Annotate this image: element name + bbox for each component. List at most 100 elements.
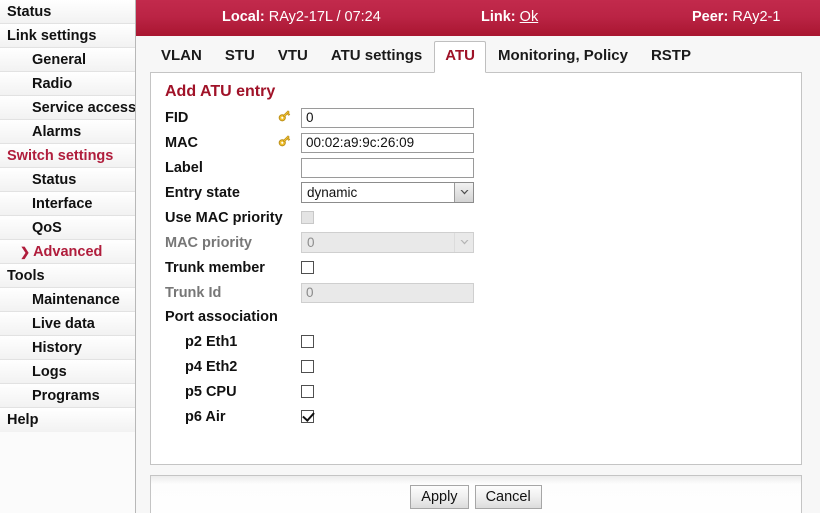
sidebar-item-label: Live data bbox=[32, 316, 95, 332]
key-icon bbox=[277, 133, 292, 153]
use-mac-priority-label: Use MAC priority bbox=[165, 209, 283, 226]
field-row-port-p4: p4 Eth2 bbox=[151, 354, 801, 379]
port-p4-label: p4 Eth2 bbox=[185, 358, 238, 375]
status-peer-label: Peer: bbox=[692, 9, 729, 25]
footer-button-group: Apply Cancel bbox=[151, 476, 801, 509]
sidebar-item-label: Help bbox=[7, 412, 39, 428]
sidebar-item-label: Advanced bbox=[33, 244, 103, 260]
status-link: Link: Ok bbox=[481, 9, 538, 25]
sidebar-item-alarms[interactable]: Alarms bbox=[0, 120, 135, 144]
key-icon bbox=[277, 108, 292, 128]
content-panel: Add ATU entry FID 0 MAC 00:02:a9:9c:26:0… bbox=[150, 72, 802, 465]
status-local-label: Local: bbox=[222, 9, 265, 25]
tab-atu[interactable]: ATU bbox=[434, 41, 486, 73]
port-p6-checkbox[interactable] bbox=[301, 409, 314, 423]
chevron-down-icon bbox=[454, 233, 473, 252]
footer-panel: Apply Cancel bbox=[150, 475, 802, 513]
sidebar-item-radio[interactable]: Radio bbox=[0, 72, 135, 96]
port-p5-checkbox[interactable] bbox=[301, 384, 314, 398]
sidebar-item-label: Link settings bbox=[7, 28, 97, 44]
sidebar-item-switch-settings[interactable]: Switch settings bbox=[0, 144, 135, 168]
mac-label: MAC bbox=[165, 134, 199, 151]
port-p6-label: p6 Air bbox=[185, 408, 226, 425]
entry-state-value: dynamic bbox=[307, 185, 358, 200]
sidebar-item-advanced[interactable]: ❯ Advanced bbox=[0, 240, 135, 264]
field-row-port-p6: p6 Air bbox=[151, 404, 801, 429]
label-input[interactable] bbox=[301, 157, 474, 178]
field-row-fid: FID bbox=[151, 105, 801, 130]
tab-rstp[interactable]: RSTP bbox=[640, 41, 702, 72]
trunk-member-checkbox[interactable] bbox=[301, 260, 314, 274]
trunk-id-label: Trunk Id bbox=[165, 284, 222, 301]
port-association-label: Port association bbox=[165, 309, 278, 325]
sidebar-item-label: Status bbox=[7, 4, 52, 20]
sidebar-item-link-settings[interactable]: Link settings bbox=[0, 24, 135, 48]
cancel-button[interactable]: Cancel bbox=[474, 485, 542, 509]
field-row-mac: MAC bbox=[151, 130, 801, 155]
sidebar-item-logs[interactable]: Logs bbox=[0, 360, 135, 384]
status-bar: Local: RAy2-17L / 07:24 Link: Ok Peer: R… bbox=[136, 0, 820, 36]
tab-monitoring-policy[interactable]: Monitoring, Policy bbox=[487, 41, 639, 72]
chevron-down-icon bbox=[454, 183, 473, 202]
sidebar-item-label: History bbox=[32, 340, 82, 356]
label-label: Label bbox=[165, 159, 203, 176]
sidebar-item-history[interactable]: History bbox=[0, 336, 135, 360]
mac-key-slot bbox=[277, 133, 301, 153]
tab-vlan[interactable]: VLAN bbox=[150, 41, 213, 72]
sidebar-item-label: QoS bbox=[32, 220, 62, 236]
sidebar-item-help[interactable]: Help bbox=[0, 408, 135, 432]
main-region: Local: RAy2-17L / 07:24 Link: Ok Peer: R… bbox=[136, 0, 820, 513]
entry-state-select[interactable]: dynamic bbox=[301, 182, 474, 203]
fid-input[interactable] bbox=[301, 107, 474, 128]
field-row-entry-state: Entry state dynamic bbox=[151, 180, 801, 205]
sidebar-item-service-access[interactable]: Service access bbox=[0, 96, 135, 120]
tab-bar: VLAN STU VTU ATU settings ATU Monitoring… bbox=[136, 36, 820, 73]
sidebar-item-status[interactable]: Status bbox=[0, 0, 135, 24]
sidebar-item-label: Switch settings bbox=[7, 148, 114, 164]
sidebar-item-general[interactable]: General bbox=[0, 48, 135, 72]
port-p2-slot bbox=[301, 333, 474, 351]
mac-input[interactable] bbox=[301, 132, 474, 153]
use-mac-priority-checkbox bbox=[301, 210, 314, 224]
field-row-mac-priority: MAC priority 0 bbox=[151, 230, 801, 255]
sidebar-navigation: Status Link settings General Radio Servi… bbox=[0, 0, 136, 513]
apply-button[interactable]: Apply bbox=[410, 485, 469, 509]
sidebar-item-live-data[interactable]: Live data bbox=[0, 312, 135, 336]
sidebar-item-interface[interactable]: Interface bbox=[0, 192, 135, 216]
status-peer: Peer: RAy2-1 bbox=[692, 9, 780, 25]
field-row-port-p5: p5 CPU bbox=[151, 379, 801, 404]
page-title: Add ATU entry bbox=[165, 83, 276, 100]
sidebar-item-switch-status[interactable]: Status bbox=[0, 168, 135, 192]
sidebar-item-programs[interactable]: Programs bbox=[0, 384, 135, 408]
sidebar-item-maintenance[interactable]: Maintenance bbox=[0, 288, 135, 312]
field-row-trunk-member: Trunk member bbox=[151, 255, 801, 280]
port-p5-slot bbox=[301, 383, 474, 401]
sidebar-item-label: Alarms bbox=[32, 124, 82, 140]
use-mac-priority-slot bbox=[301, 209, 474, 227]
port-p4-slot bbox=[301, 358, 474, 376]
sidebar-item-label: General bbox=[32, 52, 86, 68]
mac-priority-label: MAC priority bbox=[165, 234, 252, 251]
sidebar-item-qos[interactable]: QoS bbox=[0, 216, 135, 240]
sidebar-item-tools[interactable]: Tools bbox=[0, 264, 135, 288]
fid-key-slot bbox=[277, 108, 301, 128]
sidebar-item-label: Tools bbox=[7, 268, 45, 284]
field-row-port-p2: p2 Eth1 bbox=[151, 329, 801, 354]
mac-priority-select: 0 bbox=[301, 232, 474, 253]
tab-atu-settings[interactable]: ATU settings bbox=[320, 41, 433, 72]
chevron-right-icon: ❯ bbox=[20, 245, 31, 259]
port-p2-checkbox[interactable] bbox=[301, 334, 314, 348]
tab-vtu[interactable]: VTU bbox=[267, 41, 319, 72]
port-p4-checkbox[interactable] bbox=[301, 359, 314, 373]
sidebar-item-label: Programs bbox=[32, 388, 100, 404]
sidebar-item-label: Logs bbox=[32, 364, 67, 380]
entry-state-label: Entry state bbox=[165, 184, 240, 201]
trunk-member-label: Trunk member bbox=[165, 259, 265, 276]
tab-stu[interactable]: STU bbox=[214, 41, 266, 72]
trunk-member-slot bbox=[301, 259, 474, 277]
status-link-value[interactable]: Ok bbox=[520, 9, 539, 25]
mac-priority-value: 0 bbox=[307, 235, 315, 250]
fid-label: FID bbox=[165, 109, 189, 126]
application-window: Status Link settings General Radio Servi… bbox=[0, 0, 820, 513]
status-local: Local: RAy2-17L / 07:24 bbox=[222, 9, 381, 25]
